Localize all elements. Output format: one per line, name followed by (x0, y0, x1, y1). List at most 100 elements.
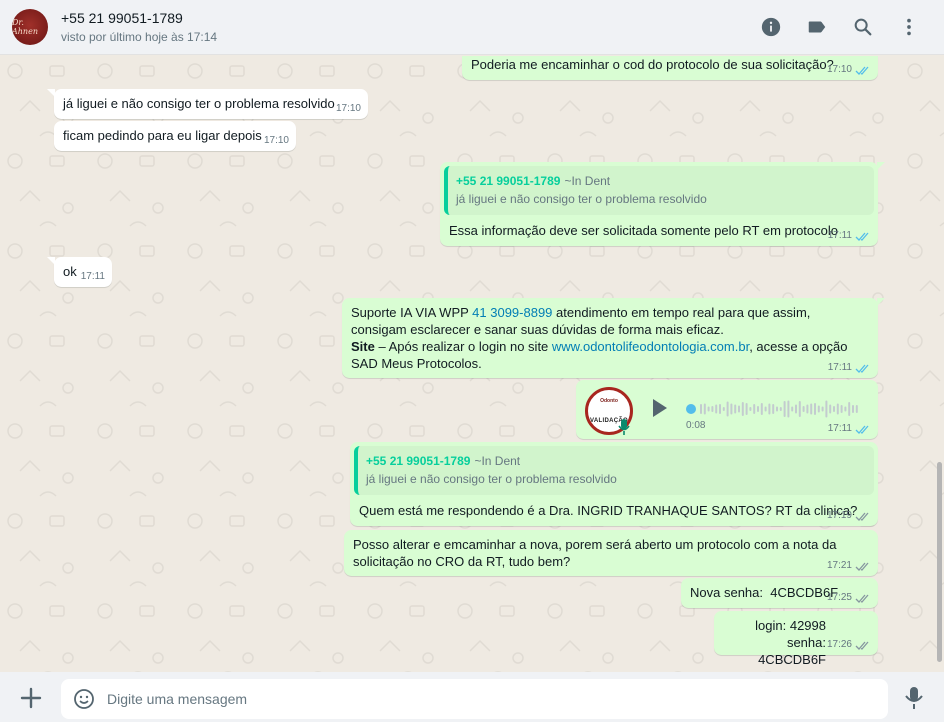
contact-last-seen: visto por último hoje às 17:14 (61, 30, 218, 44)
waveform-bar (795, 404, 797, 414)
message-meta: 17:10 (264, 135, 289, 147)
waveform-bar (707, 406, 710, 412)
waveform-bar (783, 401, 786, 417)
waveform-bar (840, 405, 843, 413)
waveform-bar (855, 405, 858, 413)
waveform-bar (776, 406, 778, 412)
message-text-line: senha: 4CBCDB6F (758, 635, 830, 667)
search-icon[interactable] (840, 7, 886, 47)
contact-info[interactable]: +55 21 99051-1789 visto por último hoje … (61, 9, 217, 45)
header-actions (748, 7, 932, 47)
conversation-panel[interactable]: Poderia me encaminhar o cod do protocolo… (0, 56, 944, 672)
waveform-bar (833, 406, 835, 412)
attach-plus-icon[interactable] (18, 685, 44, 711)
waveform-bar (791, 406, 794, 412)
message-text: Quem está me respondendo é a Dra. INGRID… (359, 503, 858, 518)
message-time: 17:11 (827, 230, 852, 241)
message-input-box[interactable] (61, 679, 888, 719)
waveform-bar (764, 406, 767, 412)
message-text: Suporte IA VIA WPP 41 3099-8899 atendime… (342, 298, 878, 380)
playback-position-dot[interactable] (686, 404, 696, 414)
audio-waveform[interactable] (686, 398, 861, 420)
info-icon[interactable] (748, 7, 794, 47)
message-text-segment: – Após realizar o login no site (374, 339, 552, 354)
message-voice-note[interactable]: Odonto VALIDAÇÃO 0:08 17:11 (576, 380, 878, 439)
chat-header: Dr. Ahnen +55 21 99051-1789 visto por úl… (0, 0, 944, 55)
message-outgoing-reply[interactable]: +55 21 99051-1789 ~In Dent já liguei e nã… (350, 442, 878, 526)
message-text: Essa informação deve ser solicitada some… (449, 223, 838, 238)
waveform-bar (738, 405, 740, 413)
contact-name: +55 21 99051-1789 (61, 10, 183, 26)
waveform-bar (806, 404, 809, 414)
waveform-bar (753, 404, 756, 414)
message-outgoing-reply[interactable]: +55 21 99051-1789 ~In Dent já liguei e nã… (440, 162, 885, 246)
chat-scrollbar[interactable] (937, 462, 942, 662)
message-composer (0, 672, 944, 722)
site-link[interactable]: www.odontolifeodontologia.com.br (552, 339, 749, 354)
message-time: 17:11 (827, 423, 852, 434)
message-meta: 17:19 (827, 510, 871, 522)
audio-duration: 0:08 (686, 420, 706, 431)
message-meta: 17:11 (828, 423, 871, 435)
read-ticks-icon (855, 66, 869, 75)
message-outgoing[interactable]: login: 42998 senha: 4CBCDB6F 17:26 (714, 611, 878, 667)
message-text: já liguei e não consigo ter o problema r… (63, 96, 335, 111)
quoted-author: +55 21 99051-1789 ~In Dent (366, 453, 864, 469)
waveform-bar (810, 403, 813, 415)
message-time: 17:26 (826, 639, 852, 650)
message-meta: 17:10 (827, 64, 871, 76)
message-text-line: login: 42998 (755, 618, 826, 633)
waveform-bar (741, 402, 744, 416)
message-incoming[interactable]: ficam pedindo para eu ligar depois 17:10 (54, 121, 296, 151)
message-text: ficam pedindo para eu ligar depois (63, 128, 262, 143)
message-incoming[interactable]: ok 17:11 (47, 257, 112, 287)
waveform-bar (817, 405, 820, 413)
quoted-text: já liguei e não consigo ter o problema r… (456, 192, 707, 206)
message-outgoing[interactable]: Posso alterar e emcaminhar a nova, porem… (344, 530, 878, 576)
voice-record-icon[interactable] (902, 685, 926, 711)
waveform-bar (757, 406, 759, 412)
label-icon[interactable] (794, 7, 840, 47)
message-time: 17:25 (826, 592, 852, 603)
waveform-bar (848, 402, 851, 416)
contact-avatar[interactable]: Dr. Ahnen (12, 9, 48, 45)
waveform-bar (745, 403, 748, 415)
message-outgoing[interactable]: Nova senha: 4CBCDB6F 17:25 (681, 578, 878, 608)
message-time: 17:10 (263, 135, 289, 146)
waveform-bar (779, 407, 782, 411)
menu-icon[interactable] (886, 7, 932, 47)
message-meta: 17:11 (81, 271, 105, 283)
phone-link[interactable]: 41 3099-8899 (472, 305, 552, 320)
waveform-bar (726, 401, 729, 417)
delivered-ticks-icon (855, 594, 869, 603)
delivered-ticks-icon (855, 641, 869, 650)
message-outgoing[interactable]: Poderia me encaminhar o cod do protocolo… (462, 56, 878, 80)
waveform-bar (814, 403, 816, 415)
message-text: Posso alterar e emcaminhar a nova, porem… (353, 537, 841, 569)
quoted-text: já liguei e não consigo ter o problema r… (366, 472, 617, 486)
message-time: 17:10 (826, 64, 852, 75)
quoted-author-nickname: ~In Dent (474, 454, 521, 468)
waveform-bar (760, 403, 763, 415)
avatar-logo-text: Dr. Ahnen (12, 18, 38, 36)
read-ticks-icon (855, 364, 869, 373)
message-input[interactable] (107, 691, 807, 707)
message-text-segment: Suporte IA VIA WPP (351, 305, 473, 320)
waveform-bar (715, 404, 718, 414)
delivered-ticks-icon (855, 562, 869, 571)
play-icon[interactable] (648, 397, 670, 419)
message-incoming[interactable]: já liguei e não consigo ter o problema r… (47, 89, 368, 119)
quoted-message[interactable]: +55 21 99051-1789 ~In Dent já liguei e nã… (444, 166, 874, 215)
message-meta: 17:26 (827, 639, 871, 651)
quoted-author: +55 21 99051-1789 ~In Dent (456, 173, 864, 189)
bold-text: Site (351, 339, 375, 354)
quoted-message[interactable]: +55 21 99051-1789 ~In Dent já liguei e nã… (354, 446, 874, 495)
message-outgoing[interactable]: Suporte IA VIA WPP 41 3099-8899 atendime… (342, 298, 885, 380)
waveform-bar (787, 400, 790, 418)
waveform-bar (829, 404, 832, 414)
emoji-sticker-icon[interactable] (73, 688, 95, 710)
quoted-author-nickname: ~In Dent (564, 174, 611, 188)
waveform-bar (734, 404, 737, 414)
message-meta: 17:21 (827, 560, 871, 572)
read-ticks-icon (855, 425, 869, 434)
